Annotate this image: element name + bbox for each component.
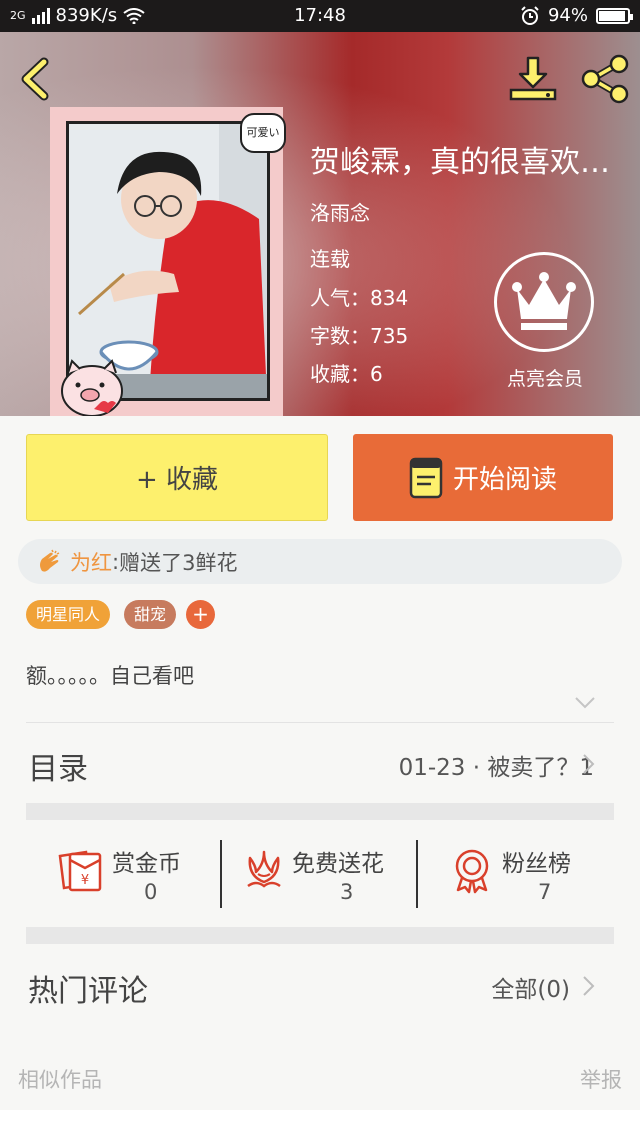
battery-icon: [596, 7, 633, 24]
favorites-label: 收藏：: [310, 362, 370, 386]
word-count-value: 735: [370, 324, 409, 348]
favorites-value: 6: [370, 362, 383, 386]
stat-coins-label: 赏金币: [112, 851, 181, 877]
section-separator: [26, 927, 614, 944]
download-icon[interactable]: [508, 54, 558, 104]
word-count-label: 字数：: [310, 324, 370, 348]
pig-sticker-icon: [61, 359, 123, 416]
favorites-count: 收藏：6: [310, 358, 383, 387]
start-reading-button[interactable]: 开始阅读: [353, 434, 613, 521]
book-cover[interactable]: 可爱い: [50, 107, 286, 416]
tag-sweet[interactable]: 甜宠: [124, 600, 177, 629]
popularity-label: 人气：: [310, 286, 370, 310]
toc-title[interactable]: 目录: [28, 744, 88, 788]
gift-message: 赠送了3鲜花: [119, 550, 238, 575]
toc-latest-chapter[interactable]: 01-23 · 被卖了？1: [399, 748, 594, 782]
all-comments-link[interactable]: 全部(0): [491, 970, 570, 1004]
popularity: 人气：834: [310, 282, 408, 311]
book-title: 贺峻霖，真的很喜欢…: [310, 145, 610, 180]
gift-user[interactable]: 为红: [70, 547, 112, 577]
stat-free-flowers[interactable]: 免费送花 3: [240, 838, 430, 910]
chevron-right-icon[interactable]: [582, 975, 596, 997]
crown-icon: [512, 272, 576, 330]
clap-icon: [40, 549, 60, 572]
tag-star-fanfic[interactable]: 明星同人: [26, 600, 111, 629]
chevron-down-icon[interactable]: [574, 696, 596, 710]
book-description: 额。。。。。自己看吧: [26, 664, 194, 688]
stat-divider: [416, 840, 418, 908]
gift-notice: 为红 : 赠送了3鲜花: [18, 539, 622, 584]
stat-fan-ranking[interactable]: 粉丝榜 7: [450, 838, 640, 910]
red-envelope-icon: ¥: [58, 850, 102, 892]
stat-fans-value: 7: [538, 880, 552, 904]
book-author[interactable]: 洛雨念: [310, 197, 370, 226]
divider: [26, 722, 614, 723]
book-icon: [409, 457, 443, 498]
alarm-icon: [521, 5, 539, 25]
hot-comments-title: 热门评论: [28, 974, 148, 1009]
start-reading-label: 开始阅读: [452, 465, 557, 495]
stat-flowers-value: 3: [340, 880, 354, 904]
similar-works-label: 相似作品: [18, 1068, 102, 1092]
back-icon[interactable]: [16, 54, 56, 104]
book-status: 连载: [310, 247, 350, 271]
battery-percent: 94%: [547, 5, 588, 26]
chevron-right-icon[interactable]: [582, 753, 596, 775]
status-right: 94%: [520, 5, 633, 26]
report-link[interactable]: 举报: [580, 1064, 622, 1094]
share-icon[interactable]: [580, 54, 630, 104]
popularity-value: 834: [370, 286, 409, 310]
medal-icon: [455, 849, 489, 894]
collect-button[interactable]: + 收藏: [26, 434, 328, 521]
stat-coins[interactable]: ¥ 赏金币 0: [56, 838, 246, 910]
vip-badge[interactable]: [494, 252, 594, 352]
word-count: 字数：735: [310, 320, 408, 349]
stat-flowers-label: 免费送花: [292, 851, 384, 877]
stat-divider: [220, 840, 222, 908]
cover-sticker: 可爱い: [240, 113, 286, 153]
flower-icon: [247, 850, 281, 888]
section-separator: [26, 803, 614, 820]
gift-separator: :: [112, 549, 120, 574]
svg-text:¥: ¥: [81, 873, 89, 888]
stat-fans-label: 粉丝榜: [502, 851, 571, 877]
similar-works-list: [0, 1110, 640, 1138]
vip-label[interactable]: 点亮会员: [490, 364, 600, 391]
battery-fill: [599, 10, 626, 21]
book-header: 可爱い 贺峻霖，真的很喜欢… 洛雨念 连载 人气：834 字数：735 收藏：6…: [0, 32, 640, 416]
status-bar: 2G 839K/s 17:48 94%: [0, 0, 640, 32]
add-tag-button[interactable]: +: [186, 600, 215, 629]
stat-coins-value: 0: [144, 880, 158, 904]
